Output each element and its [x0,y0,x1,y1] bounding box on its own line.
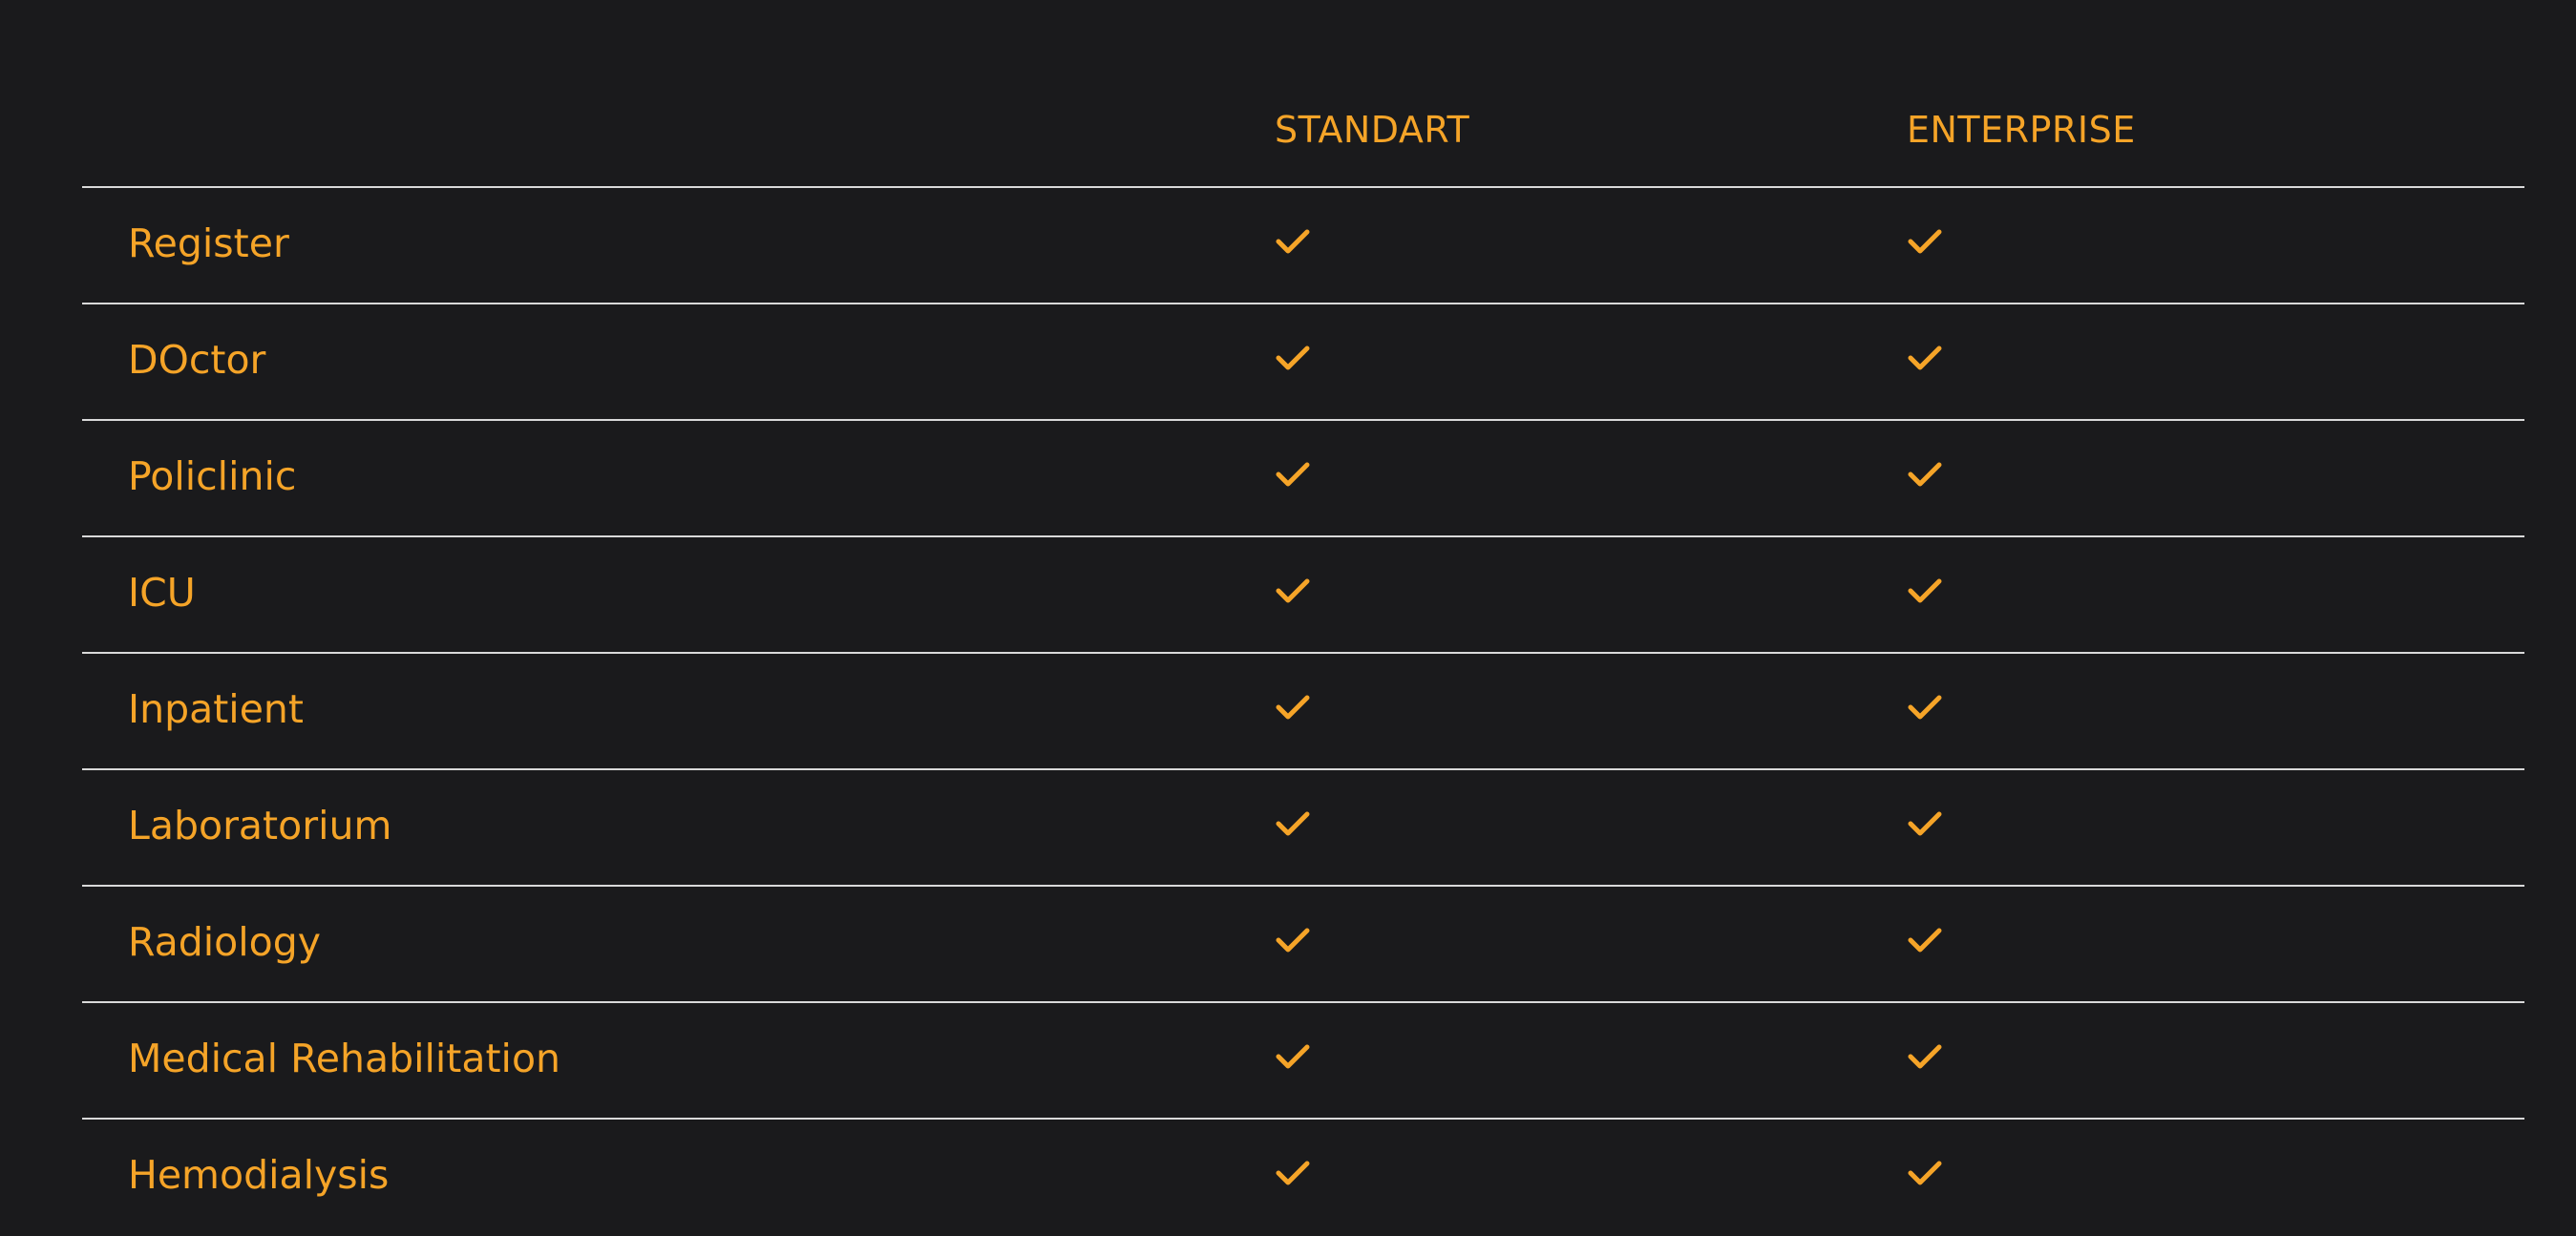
feature-label: Inpatient [128,686,304,732]
check-icon [1275,808,1311,839]
table-row: Radiology [82,887,2524,1003]
feature-label: ICU [128,570,196,616]
check-icon [1907,459,1943,490]
check-icon [1275,226,1311,257]
table-row: Register [82,188,2524,304]
check-icon [1907,808,1943,839]
check-icon [1907,343,1943,373]
feature-label: DOctor [128,337,266,383]
table-row: ICU [82,537,2524,654]
check-icon [1275,576,1311,606]
check-icon [1907,1041,1943,1072]
check-icon [1275,1041,1311,1072]
table-row: DOctor [82,304,2524,421]
check-icon [1275,1158,1311,1188]
table-row: Policlinic [82,421,2524,537]
table-row: Laboratorium [82,770,2524,887]
feature-label: Radiology [128,919,321,965]
check-icon [1275,459,1311,490]
feature-label: Policlinic [128,453,297,499]
check-icon [1275,343,1311,373]
comparison-table: STANDART ENTERPRISE Register DOctor Poli… [0,0,2576,1229]
table-row: Inpatient [82,654,2524,770]
feature-rows: Register DOctor Policlinic ICU Inpatient… [82,188,2524,1236]
check-icon [1907,692,1943,723]
column-header-standart: STANDART [1275,109,1470,151]
feature-label: Medical Rehabilitation [128,1036,561,1081]
check-icon [1907,226,1943,257]
check-icon [1907,576,1943,606]
check-icon [1907,1158,1943,1188]
table-header: STANDART ENTERPRISE [82,0,2524,188]
check-icon [1907,925,1943,955]
feature-label: Laboratorium [128,803,392,848]
check-icon [1275,925,1311,955]
feature-label: Register [128,220,289,266]
check-icon [1275,692,1311,723]
table-row: Hemodialysis [82,1120,2524,1236]
feature-label: Hemodialysis [128,1152,390,1198]
column-header-enterprise: ENTERPRISE [1907,109,2136,151]
table-row: Medical Rehabilitation [82,1003,2524,1120]
